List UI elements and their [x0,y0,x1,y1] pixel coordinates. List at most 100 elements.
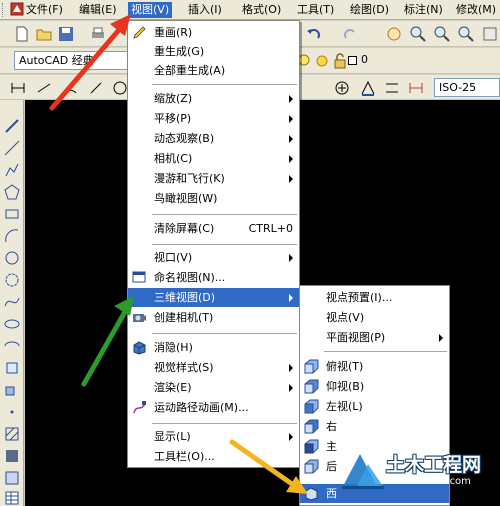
menu-separator [152,84,297,85]
pencil-icon [133,26,146,39]
watermark: 土木工程网 www.civilcn.com [338,444,498,504]
menu-view[interactable]: 视图(V) [128,2,173,18]
draw-toolbar [0,100,24,506]
undo-icon[interactable] [306,26,322,42]
dimension-text-edit-icon[interactable] [384,80,400,96]
insert-block-icon[interactable] [4,360,20,376]
workspace-value: AutoCAD 经典 [19,54,94,67]
menu-edit[interactable]: 编辑(E) [79,2,117,18]
menu-item-top-view[interactable]: 俯视(T) [300,357,449,376]
menu-item-render[interactable]: 渲染(E) [128,378,299,397]
redo-icon[interactable] [342,26,358,42]
point-icon[interactable] [4,404,20,420]
menu-item-motion-path[interactable]: 运动路径动画(M)... [128,398,299,417]
menu-item-hide[interactable]: 消隐(H) [128,338,299,357]
left-view-icon [304,399,319,414]
polyline-icon[interactable] [4,162,20,178]
menu-item-toolbars[interactable]: 工具栏(O)... [128,447,299,466]
back-view-icon [304,459,319,474]
app-icon[interactable] [10,2,24,18]
workspace-select[interactable]: AutoCAD 经典 [14,51,132,70]
hide-icon [133,341,146,355]
menu-separator [152,244,297,245]
make-block-icon[interactable] [4,382,20,398]
dimension-update-icon[interactable] [408,80,424,96]
menu-separator [152,333,297,334]
menu-item-left-view[interactable]: 左视(L) [300,397,449,416]
linear-dimension-icon[interactable] [10,80,26,96]
top-view-icon [304,359,319,374]
submenu-arrow-icon [289,294,293,302]
pan-realtime-icon[interactable] [386,26,402,42]
properties-icon[interactable] [482,26,498,42]
submenu-arrow-icon [289,155,293,163]
menu-dimension[interactable]: 标注(N) [404,2,443,18]
menu-item-aerial-view[interactable]: 鸟瞰视图(W) [128,189,299,208]
center-mark-icon[interactable] [334,80,350,96]
menu-item-plan-view[interactable]: 平面视图(P) [300,328,449,347]
new-file-icon[interactable] [14,26,30,42]
menu-item-visual-styles[interactable]: 视觉样式(S) [128,358,299,377]
submenu-arrow-icon [289,135,293,143]
open-folder-icon[interactable] [36,26,52,42]
menu-item-clean-screen[interactable]: 清除屏幕(C) CTRL+0 [128,219,299,238]
menu-item-named-views[interactable]: 命名视图(N)... [128,268,299,287]
menu-item-redraw[interactable]: 重画(R) [128,23,299,42]
menu-item-camera[interactable]: 相机(C) [128,149,299,168]
menu-item-viewpoint[interactable]: 视点(V) [300,308,449,327]
submenu-arrow-icon [289,384,293,392]
polygon-icon[interactable] [4,184,20,200]
menu-file[interactable]: 文件(F) [26,2,63,18]
ordinate-dimension-icon[interactable] [88,80,104,96]
save-icon[interactable] [58,26,74,42]
rectangle-icon[interactable] [4,206,20,222]
menu-item-viewports[interactable]: 视口(V) [128,248,299,267]
arc-length-icon[interactable] [62,80,78,96]
menu-modify[interactable]: 修改(M) [456,2,496,18]
zoom-window-icon[interactable] [434,26,450,42]
layer-lock-icon[interactable] [332,53,348,69]
menu-item-right-view[interactable]: 右 [300,417,449,436]
radius-dimension-icon[interactable] [112,80,128,96]
layer-color-swatch [348,56,357,65]
submenu-arrow-icon [289,95,293,103]
menu-draw[interactable]: 绘图(D) [350,2,389,18]
menu-item-zoom[interactable]: 缩放(Z) [128,89,299,108]
arc-icon[interactable] [4,228,20,244]
spline-icon[interactable] [4,294,20,310]
submenu-arrow-icon [439,334,443,342]
line-icon[interactable] [4,118,20,134]
gradient-icon[interactable] [4,448,20,464]
layer-sun-icon[interactable] [314,53,330,69]
region-icon[interactable] [4,470,20,486]
menu-item-regen-all[interactable]: 全部重生成(A) [128,61,299,80]
dimstyle-select[interactable]: ISO-25 [434,78,500,97]
menu-item-regen[interactable]: 重生成(G) [128,42,299,61]
print-icon[interactable] [90,26,106,42]
ellipse-icon[interactable] [4,316,20,332]
circle-icon[interactable] [4,250,20,266]
ellipse-arc-icon[interactable] [4,338,20,354]
menu-item-viewpoint-presets[interactable]: 视点预置(I)... [300,288,449,307]
hatch-icon[interactable] [4,426,20,442]
menu-tools[interactable]: 工具(T) [297,2,334,18]
dimension-edit-icon[interactable] [360,80,376,96]
menu-insert[interactable]: 插入(I) [188,2,222,18]
revcloud-icon[interactable] [4,272,20,288]
zoom-previous-icon[interactable] [458,26,474,42]
menu-item-walk-fly[interactable]: 漫游和飞行(K) [128,169,299,188]
menu-item-pan[interactable]: 平移(P) [128,109,299,128]
table-icon[interactable] [4,490,20,506]
menu-item-3d-views[interactable]: 三维视图(D) [128,288,299,307]
submenu-arrow-icon [289,433,293,441]
aligned-dimension-icon[interactable] [36,80,52,96]
menu-item-display[interactable]: 显示(L) [128,427,299,446]
menu-format[interactable]: 格式(O) [242,2,281,18]
menu-item-create-camera[interactable]: 创建相机(T) [128,308,299,327]
zoom-realtime-icon[interactable] [410,26,426,42]
submenu-arrow-icon [289,115,293,123]
construction-line-icon[interactable] [4,140,20,156]
watermark-logo-icon [342,454,384,489]
menu-item-orbit[interactable]: 动态观察(B) [128,129,299,148]
menu-item-bottom-view[interactable]: 仰视(B) [300,377,449,396]
